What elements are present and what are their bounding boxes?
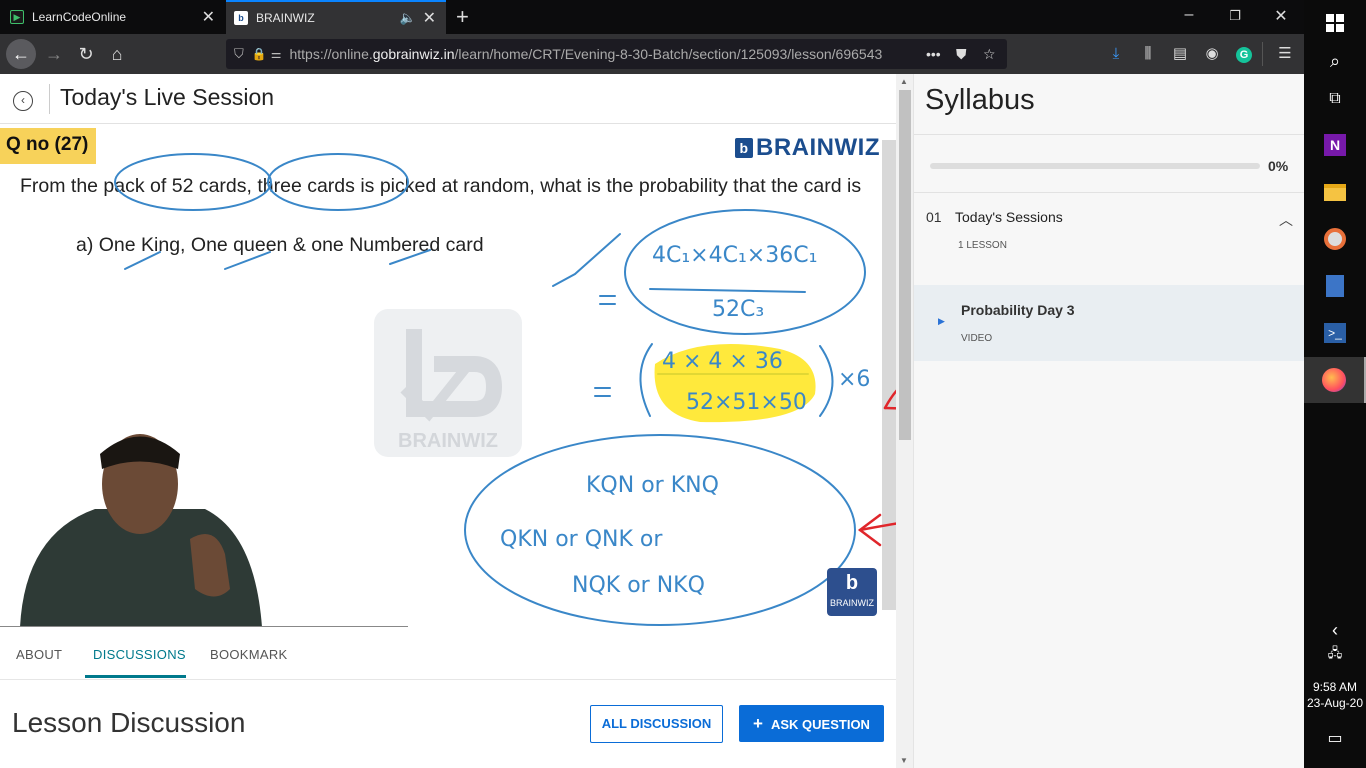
svg-text:×6: ×6 xyxy=(838,367,870,392)
bookmark-star-icon[interactable]: ☆ xyxy=(983,46,996,63)
back-arrow-icon[interactable]: ← xyxy=(6,39,36,69)
play-icon: ▶ xyxy=(938,316,945,326)
lesson-tabs: ABOUT DISCUSSIONS BOOKMARK xyxy=(0,627,896,680)
lesson-item[interactable] xyxy=(914,285,1304,361)
media-player-icon[interactable] xyxy=(1304,216,1366,262)
tab-discussions[interactable]: DISCUSSIONS xyxy=(93,647,186,662)
ask-question-label: ASK QUESTION xyxy=(770,717,870,732)
lock-icon[interactable]: 🔒 xyxy=(252,47,267,61)
back-circle-icon[interactable]: ‹ xyxy=(13,91,33,111)
lesson-title[interactable]: Probability Day 3 xyxy=(961,302,1075,318)
lesson-type: VIDEO xyxy=(961,333,993,344)
notification-icon[interactable]: ▭ xyxy=(1304,715,1366,761)
clock-date: 23-Aug-20 xyxy=(1306,696,1364,710)
presenter-video-feed xyxy=(20,434,262,627)
forward-arrow-icon[interactable]: → xyxy=(42,42,66,66)
main-scrollbar-thumb[interactable] xyxy=(899,90,911,440)
system-clock[interactable]: 9:58 AM 23-Aug-20 xyxy=(1304,679,1366,711)
learncodeonline-favicon-icon: ▶ xyxy=(10,10,24,24)
chevron-up-icon[interactable]: ︿ xyxy=(1279,210,1293,230)
mini-logo-text: BRAINWIZ xyxy=(830,598,874,608)
calculator-icon[interactable] xyxy=(1304,263,1366,309)
close-tab-icon[interactable]: ✕ xyxy=(423,8,436,28)
network-icon[interactable]: 🖧 xyxy=(1304,632,1366,678)
close-tab-icon[interactable]: ✕ xyxy=(202,7,215,27)
svg-text:52×51×50: 52×51×50 xyxy=(686,390,807,415)
clock-time: 9:58 AM xyxy=(1312,680,1358,694)
account-icon[interactable]: ◉ xyxy=(1202,44,1222,64)
scroll-up-icon[interactable]: ▲ xyxy=(900,77,908,86)
reload-icon[interactable]: ↻ xyxy=(74,42,98,66)
grammarly-icon[interactable]: G xyxy=(1236,47,1252,63)
syllabus-sidebar xyxy=(913,74,1304,768)
download-icon[interactable]: ⤓ xyxy=(1106,44,1126,64)
page-header: ‹ Today's Live Session xyxy=(0,74,896,124)
minimize-icon[interactable]: – xyxy=(1174,6,1204,24)
svg-text:KQN or KNQ: KQN or KNQ xyxy=(586,473,719,498)
progress-percent: 0% xyxy=(1268,158,1289,174)
tab-title: LearnCodeOnline xyxy=(32,10,127,24)
browser-tab-bar: ▶ LearnCodeOnline ✕ b BRAINWIZ 🔈 ✕ + – ❐… xyxy=(0,0,1304,34)
svg-text:4C₁×4C₁×36C₁: 4C₁×4C₁×36C₁ xyxy=(652,243,817,268)
speaker-icon[interactable]: 🔈 xyxy=(400,10,416,26)
library-icon[interactable]: ⫼ xyxy=(1138,44,1158,64)
section-lesson-count: 1 LESSON xyxy=(958,240,1007,251)
svg-text:52C₃: 52C₃ xyxy=(712,297,764,322)
browser-tab-brainwiz[interactable]: b BRAINWIZ 🔈 ✕ xyxy=(226,0,446,34)
scroll-down-icon[interactable]: ▼ xyxy=(900,756,908,765)
powershell-icon[interactable]: >_ xyxy=(1304,310,1366,356)
url-path: /learn/home/CRT/Evening-8-30-Batch/secti… xyxy=(454,46,883,62)
menu-icon[interactable]: ☰ xyxy=(1275,44,1295,64)
restore-icon[interactable]: ❐ xyxy=(1220,8,1250,24)
tab-title: BRAINWIZ xyxy=(256,11,315,25)
brainwiz-favicon-icon: b xyxy=(234,11,248,25)
tab-about[interactable]: ABOUT xyxy=(16,647,62,662)
browser-nav-bar: ← → ↻ ⌂ ⛉ 🔒 ⚌ https://online. gobrainwiz.… xyxy=(0,34,1304,74)
svg-text:4 × 4 × 36: 4 × 4 × 36 xyxy=(662,349,783,374)
onenote-icon[interactable]: N xyxy=(1304,122,1366,168)
pocket-icon[interactable]: ⛊ xyxy=(956,46,967,63)
plus-icon: + xyxy=(753,714,763,733)
svg-text:QKN or QNK or: QKN or QNK or xyxy=(500,527,663,552)
section-title[interactable]: Today's Sessions xyxy=(955,209,1063,225)
brainwiz-mini-logo: b BRAINWIZ xyxy=(827,568,877,616)
progress-track xyxy=(930,163,1260,169)
page-actions-icon[interactable]: ••• xyxy=(926,46,941,62)
divider xyxy=(914,134,1304,135)
svg-text:NQK or NKQ: NQK or NKQ xyxy=(572,573,705,598)
permissions-icon[interactable]: ⚌ xyxy=(271,47,282,61)
url-prefix: https://online. xyxy=(289,46,373,62)
all-discussion-button[interactable]: ALL DISCUSSION xyxy=(590,705,723,743)
url-domain: gobrainwiz.in xyxy=(372,46,455,62)
page-title: Today's Live Session xyxy=(60,84,275,110)
divider xyxy=(914,192,1304,193)
syllabus-title: Syllabus xyxy=(925,84,1035,116)
active-tab-underline xyxy=(85,675,186,678)
url-bar[interactable]: ⛉ 🔒 ⚌ https://online. gobrainwiz.in/learn… xyxy=(226,39,1007,69)
file-explorer-icon[interactable] xyxy=(1304,169,1366,215)
shield-icon[interactable]: ⛉ xyxy=(234,46,244,62)
video-player[interactable]: BRAINWIZ Q no (27) b BRAINWIZ From the p… xyxy=(0,124,896,627)
section-number: 01 xyxy=(926,209,942,225)
sidebar-icon[interactable]: ▤ xyxy=(1170,44,1190,64)
tab-bookmark[interactable]: BOOKMARK xyxy=(210,647,288,662)
home-icon[interactable]: ⌂ xyxy=(105,42,129,66)
ask-question-button[interactable]: + ASK QUESTION xyxy=(739,705,884,742)
close-window-icon[interactable]: ✕ xyxy=(1266,6,1296,26)
browser-tab-learncodeonline[interactable]: ▶ LearnCodeOnline ✕ xyxy=(0,0,225,34)
task-view-icon[interactable]: ⧉ xyxy=(1304,76,1366,122)
new-tab-button[interactable]: + xyxy=(456,4,469,30)
video-scrollbar-thumb[interactable] xyxy=(882,140,896,610)
lesson-discussion-heading: Lesson Discussion xyxy=(12,707,246,738)
firefox-icon[interactable] xyxy=(1304,357,1366,403)
header-divider xyxy=(49,84,50,114)
